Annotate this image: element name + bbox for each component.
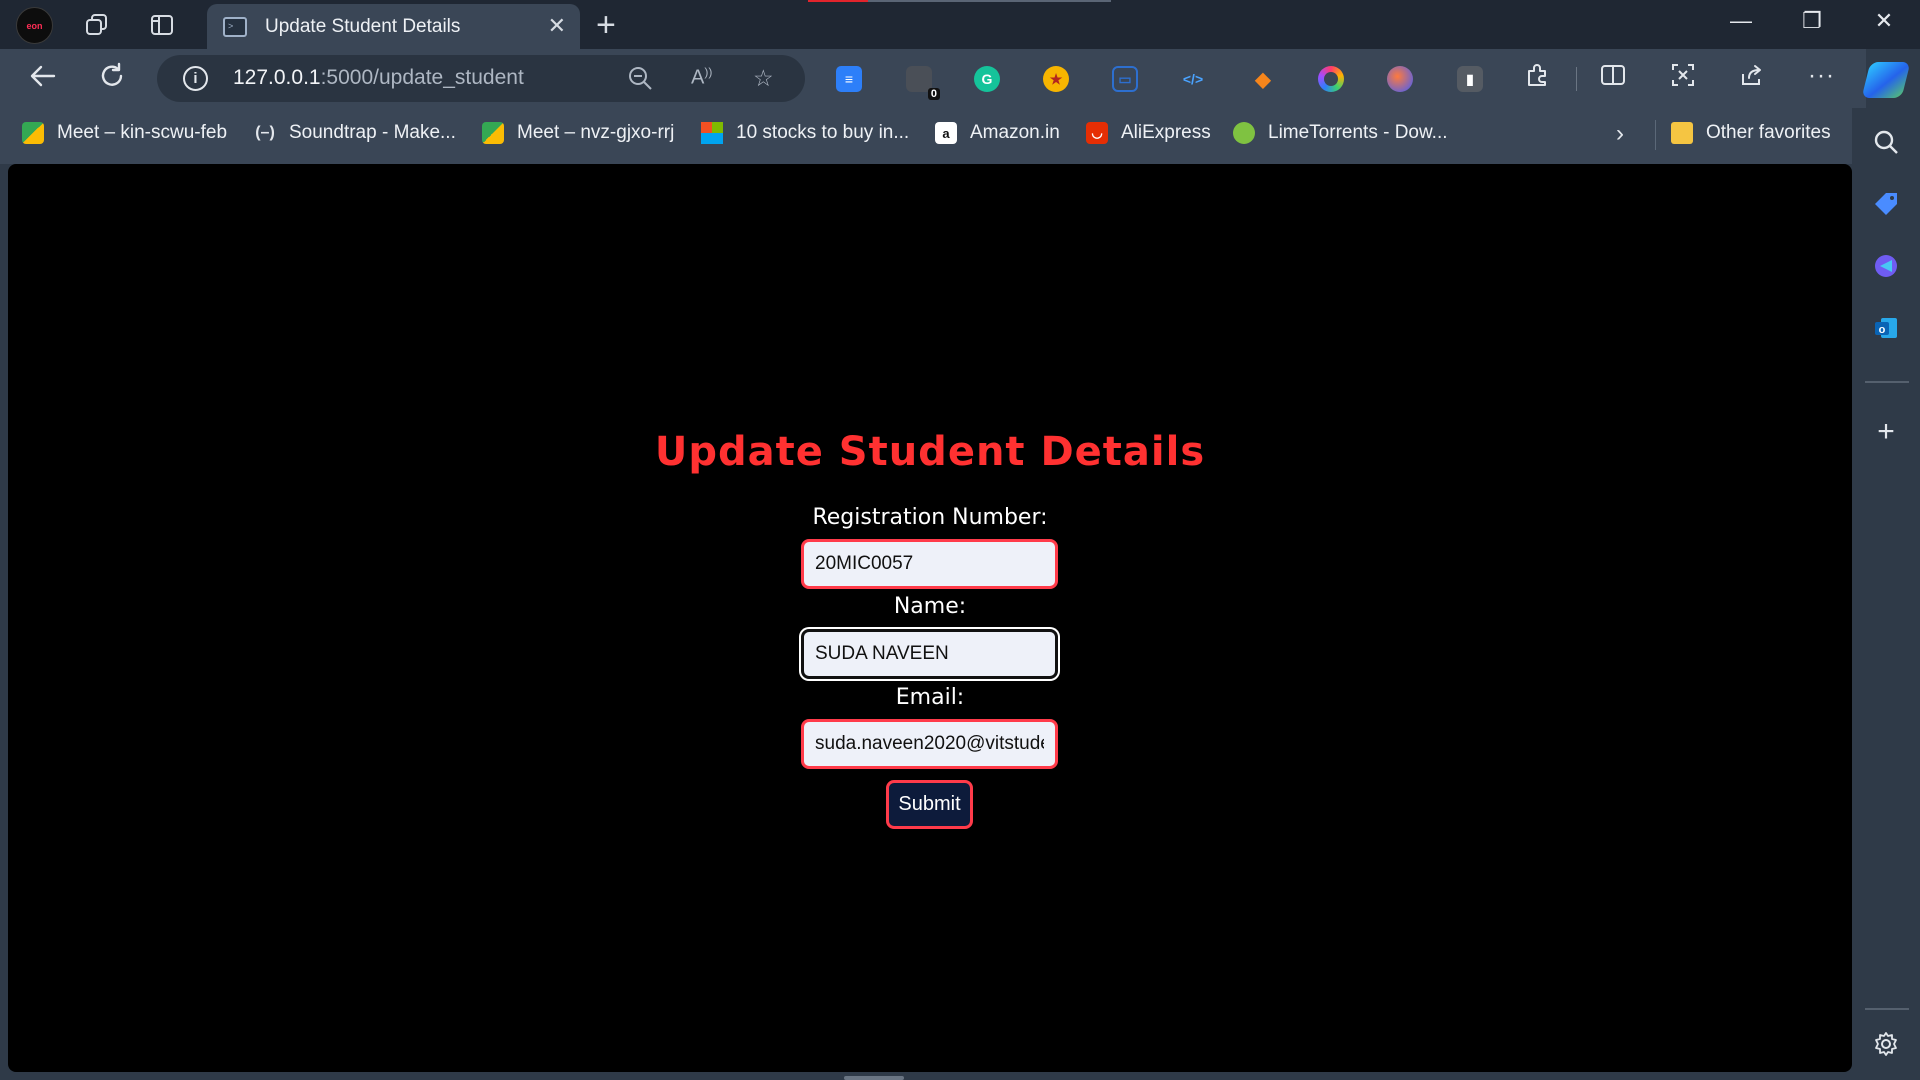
add-sidebar-app-icon[interactable]: + (1868, 414, 1904, 450)
code-extension-icon[interactable]: </> (1180, 66, 1206, 92)
share-icon[interactable] (1739, 62, 1765, 95)
page-viewport: Update Student Details Registration Numb… (8, 164, 1852, 1072)
browser-window: eon > Update Student Details ✕ + — ❐ ✕ i… (0, 0, 1920, 1080)
settings-gear-icon[interactable] (1868, 1026, 1904, 1062)
bookmark-label: Soundtrap - Make... (289, 122, 456, 143)
sidebar-divider (1865, 381, 1909, 383)
bookmark-label: AliExpress (1121, 122, 1211, 143)
profile-badge: eon (26, 20, 43, 31)
vertical-tabs-icon[interactable] (147, 10, 177, 40)
grammarly-icon[interactable]: G (974, 66, 1000, 92)
bookmark-label: LimeTorrents - Dow... (1268, 122, 1448, 143)
minimize-button[interactable]: — (1721, 8, 1761, 34)
page-title: Update Student Details (654, 429, 1206, 475)
workspaces-icon[interactable] (82, 10, 112, 40)
shopping-tag-icon[interactable] (1868, 186, 1904, 222)
more-menu-icon[interactable]: ··· (1808, 62, 1835, 90)
read-aloud-icon[interactable]: A)) (691, 65, 712, 90)
docs-extension-icon[interactable]: ≡ (836, 66, 862, 92)
extension-badge-count: 0 (927, 88, 940, 100)
tab-strip: eon > Update Student Details ✕ + — ❐ ✕ (0, 0, 1920, 49)
aliexpress-icon: ◡ (1086, 122, 1108, 144)
microsoft-icon (701, 122, 723, 144)
mouse-extension-icon[interactable]: ▮ (1457, 66, 1483, 92)
name-input[interactable] (801, 629, 1058, 679)
bookmark-item[interactable]: a Amazon.in (935, 122, 1060, 144)
url-text[interactable]: 127.0.0.1:5000/update_student (233, 66, 524, 90)
extensions-puzzle-icon[interactable] (1524, 62, 1550, 95)
profile-avatar[interactable]: eon (16, 7, 53, 44)
registration-number-label: Registration Number: (812, 505, 1048, 530)
bookmark-item[interactable]: 10 stocks to buy in... (701, 122, 909, 144)
browser-extension-orb-icon[interactable] (1387, 66, 1413, 92)
navigation-toolbar: i 127.0.0.1:5000/update_student A)) ☆ ≡ … (0, 49, 1866, 108)
address-bar[interactable]: i 127.0.0.1:5000/update_student A)) ☆ (157, 55, 805, 102)
url-path: :5000/update_student (320, 66, 524, 89)
zoom-out-icon[interactable] (627, 65, 653, 97)
back-arrow-icon[interactable] (25, 61, 61, 98)
name-label: Name: (893, 594, 967, 619)
metamask-fox-icon[interactable]: ◆ (1250, 66, 1276, 92)
bookmark-label: 10 stocks to buy in... (736, 122, 910, 143)
sidebar-divider (1865, 1008, 1909, 1010)
new-tab-button[interactable]: + (596, 6, 616, 45)
copilot-icon[interactable] (1861, 62, 1911, 98)
favorite-star-icon[interactable]: ☆ (753, 65, 774, 92)
tab-title: Update Student Details (265, 15, 461, 37)
amazon-icon: a (935, 122, 957, 144)
honey-extension-icon[interactable]: ★ (1043, 66, 1069, 92)
bookmark-item[interactable]: Meet – nvz-gjxo-rrj (482, 122, 674, 144)
terminal-favicon-icon: > (223, 16, 247, 37)
folder-icon (1671, 122, 1693, 144)
svg-text:o: o (1879, 324, 1886, 336)
web-capture-icon[interactable] (1670, 62, 1696, 95)
copilot-sidebar-icon[interactable] (1868, 248, 1904, 284)
tab-progress-indicator (808, 0, 868, 2)
bookmark-label: Amazon.in (970, 122, 1060, 143)
outlook-icon[interactable]: o (1868, 310, 1904, 346)
bookmark-label: Meet – nvz-gjxo-rrj (517, 122, 675, 143)
horizontal-scrollbar[interactable] (844, 1076, 904, 1080)
email-label: Email: (895, 685, 965, 710)
google-meet-icon (22, 122, 44, 144)
other-favorites-label: Other favorites (1706, 122, 1831, 143)
toolbar-divider (1576, 67, 1577, 91)
other-favorites-folder[interactable]: Other favorites (1671, 122, 1831, 144)
bookmarks-bar: Meet – kin-scwu-feb (–) Soundtrap - Make… (0, 108, 1866, 164)
bookmarks-overflow-chevron-icon[interactable]: › (1616, 120, 1624, 148)
screen-capture-extension-icon[interactable]: ▭ (1112, 66, 1138, 92)
refresh-icon[interactable] (94, 61, 130, 98)
url-host: 127.0.0.1 (233, 66, 321, 89)
site-info-icon[interactable]: i (183, 66, 208, 91)
tab-close-icon[interactable]: ✕ (548, 13, 566, 39)
submit-button[interactable]: Submit (886, 780, 973, 829)
bookmark-item[interactable]: ◡ AliExpress (1086, 122, 1211, 144)
bookmark-label: Meet – kin-scwu-feb (57, 122, 228, 143)
soundtrap-icon: (–) (255, 124, 275, 141)
bookmark-item[interactable]: (–) Soundtrap - Make... (254, 122, 456, 144)
tab-active[interactable]: > Update Student Details ✕ (207, 4, 580, 49)
extension-counter-icon[interactable]: 0 (906, 66, 940, 100)
close-window-button[interactable]: ✕ (1864, 8, 1904, 34)
bookmark-item[interactable]: Meet – kin-scwu-feb (22, 122, 227, 144)
color-picker-extension-icon[interactable] (1318, 66, 1344, 92)
bookmark-item[interactable]: LimeTorrents - Dow... (1233, 122, 1448, 144)
bookmarks-divider (1655, 120, 1656, 150)
limetorrents-icon (1233, 122, 1255, 144)
email-input[interactable] (801, 719, 1058, 769)
google-meet-icon (482, 122, 504, 144)
registration-number-input[interactable] (801, 539, 1058, 589)
edge-sidebar: o + (1852, 108, 1920, 1080)
update-student-form: Update Student Details Registration Numb… (8, 164, 1852, 1072)
restore-button[interactable]: ❐ (1792, 8, 1832, 34)
tab-strip-accent (868, 0, 1111, 2)
search-icon[interactable] (1868, 124, 1904, 160)
split-screen-icon[interactable] (1600, 62, 1626, 95)
